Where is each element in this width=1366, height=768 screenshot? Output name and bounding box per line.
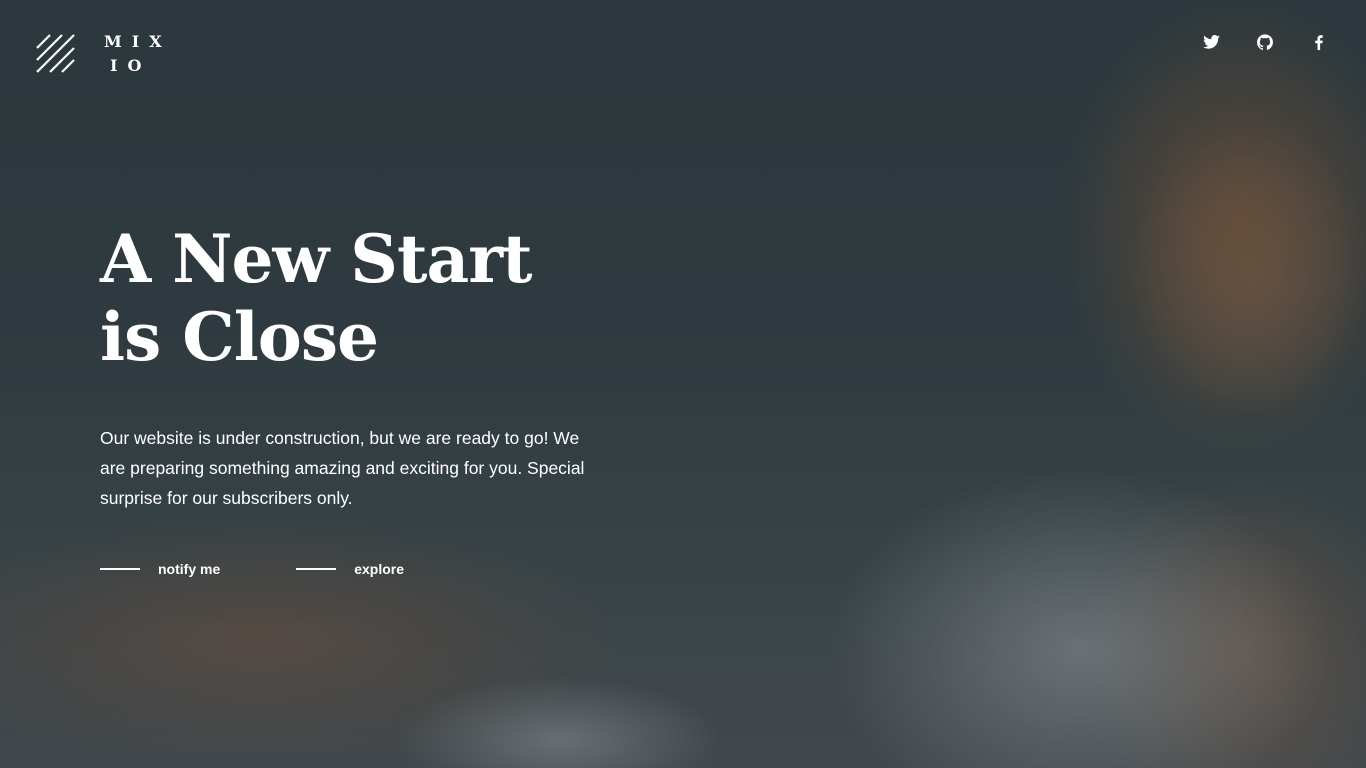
logo-line-2: IO: [110, 56, 152, 75]
hero-title-line-1: A New Start: [100, 220, 532, 298]
hero-title: A New Start is Close: [100, 220, 620, 376]
facebook-link[interactable]: [1308, 33, 1330, 51]
logo-text: MIX IO: [104, 30, 172, 78]
notify-line-decoration: [100, 568, 140, 570]
logo-mark-icon: [36, 34, 75, 73]
logo-link[interactable]: MIX IO: [36, 32, 172, 78]
hero-section: A New Start is Close Our website is unde…: [100, 220, 620, 577]
facebook-icon: [1315, 34, 1323, 50]
notify-me-label: notify me: [158, 561, 221, 577]
hero-actions: notify me explore: [100, 561, 620, 577]
twitter-link[interactable]: [1200, 33, 1222, 51]
social-links: [1200, 33, 1330, 51]
notify-me-button[interactable]: notify me: [100, 561, 220, 577]
page: MIX IO A New Start is Close Our website …: [0, 0, 1366, 768]
github-link[interactable]: [1254, 33, 1276, 51]
logo-line-1: MIX: [104, 32, 172, 51]
explore-label: explore: [354, 561, 405, 577]
twitter-icon: [1202, 35, 1220, 49]
explore-button[interactable]: explore: [296, 561, 404, 577]
hero-description: Our website is under construction, but w…: [100, 428, 585, 508]
github-icon: [1257, 34, 1273, 50]
hero-title-line-2: is Close: [100, 298, 379, 376]
explore-line-decoration: [296, 568, 337, 570]
